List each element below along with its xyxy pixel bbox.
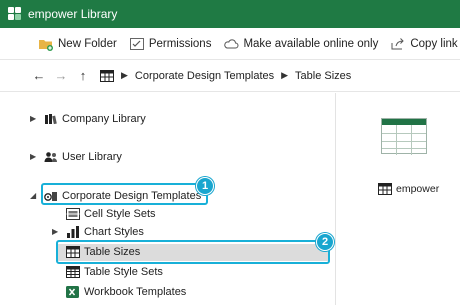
tree-item-label: User Library xyxy=(62,151,122,163)
navigation-bar: ← → ↑ ▶ Corporate Design Templates ▶ Tab… xyxy=(0,60,460,92)
tree-item-label: Cell Style Sets xyxy=(84,208,156,220)
tree-item-label: Table Style Sets xyxy=(84,266,163,278)
expand-caret-icon[interactable]: ▶ xyxy=(30,152,36,161)
permissions-icon xyxy=(129,37,145,51)
file-item-empower[interactable]: empower xyxy=(378,183,439,195)
bar-chart-icon xyxy=(66,226,80,238)
collapse-caret-icon[interactable]: ◢ xyxy=(30,191,36,200)
cell-style-icon xyxy=(66,208,80,220)
table-location-icon xyxy=(100,69,114,82)
file-name: empower xyxy=(396,183,440,195)
empower-logo-icon xyxy=(8,7,22,21)
expand-caret-icon[interactable]: ▶ xyxy=(52,227,58,236)
table-style-icon xyxy=(66,266,80,278)
new-folder-button[interactable]: New Folder xyxy=(38,37,117,51)
tree-item-cell-style-sets[interactable]: Cell Style Sets xyxy=(66,205,156,223)
make-available-online-label: Make available online only xyxy=(243,37,379,50)
tree-item-table-style-sets[interactable]: Table Style Sets xyxy=(66,263,163,281)
excel-workbook-icon xyxy=(66,286,80,298)
toolbar: New Folder Permissions Make available on… xyxy=(0,28,460,60)
new-folder-icon xyxy=(38,37,54,51)
excel-file-thumbnail[interactable] xyxy=(381,118,427,155)
tree-item-label: Chart Styles xyxy=(84,226,144,238)
folder-tree-pane: ▶ Company Library ▶ User Library ◢ Corpo… xyxy=(0,93,336,305)
tree-item-chart-styles[interactable]: Chart Styles xyxy=(66,223,144,241)
breadcrumb-separator-icon: ▶ xyxy=(281,70,289,80)
window-title: empower Library xyxy=(28,7,118,21)
tree-item-company-library[interactable]: Company Library xyxy=(44,110,146,128)
tree-item-label: Company Library xyxy=(62,113,146,125)
make-available-online-button[interactable]: Make available online only xyxy=(223,37,378,51)
callout-badge-2: 2 xyxy=(316,233,334,251)
back-arrow-icon[interactable]: ← xyxy=(30,68,48,83)
users-icon xyxy=(44,151,58,163)
content-pane: empower xyxy=(337,93,460,305)
copy-link-button[interactable]: Copy link xyxy=(390,37,458,51)
copy-link-label: Copy link xyxy=(410,37,458,50)
breadcrumb-item-table-sizes[interactable]: Table Sizes xyxy=(295,70,351,82)
expand-caret-icon[interactable]: ▶ xyxy=(30,114,36,123)
table-file-icon xyxy=(378,183,392,195)
tree-item-workbook-templates[interactable]: Workbook Templates xyxy=(66,283,186,301)
highlight-box-table-sizes xyxy=(56,240,330,264)
permissions-label: Permissions xyxy=(148,37,212,50)
tree-item-user-library[interactable]: User Library xyxy=(44,148,122,166)
highlight-box-corporate-design-templates xyxy=(41,183,208,205)
cloud-icon xyxy=(223,37,239,51)
new-folder-label: New Folder xyxy=(58,37,117,50)
breadcrumb-item-corporate-design-templates[interactable]: Corporate Design Templates xyxy=(135,70,274,82)
tree-item-label: Workbook Templates xyxy=(84,286,187,298)
share-icon xyxy=(390,37,406,51)
library-books-icon xyxy=(44,113,58,125)
forward-arrow-icon[interactable]: → xyxy=(52,68,70,83)
callout-badge-1: 1 xyxy=(196,177,214,195)
title-bar: empower Library xyxy=(0,0,460,28)
breadcrumb-separator-icon: ▶ xyxy=(121,70,128,80)
permissions-button[interactable]: Permissions xyxy=(129,37,212,51)
up-arrow-icon[interactable]: ↑ xyxy=(74,68,92,83)
